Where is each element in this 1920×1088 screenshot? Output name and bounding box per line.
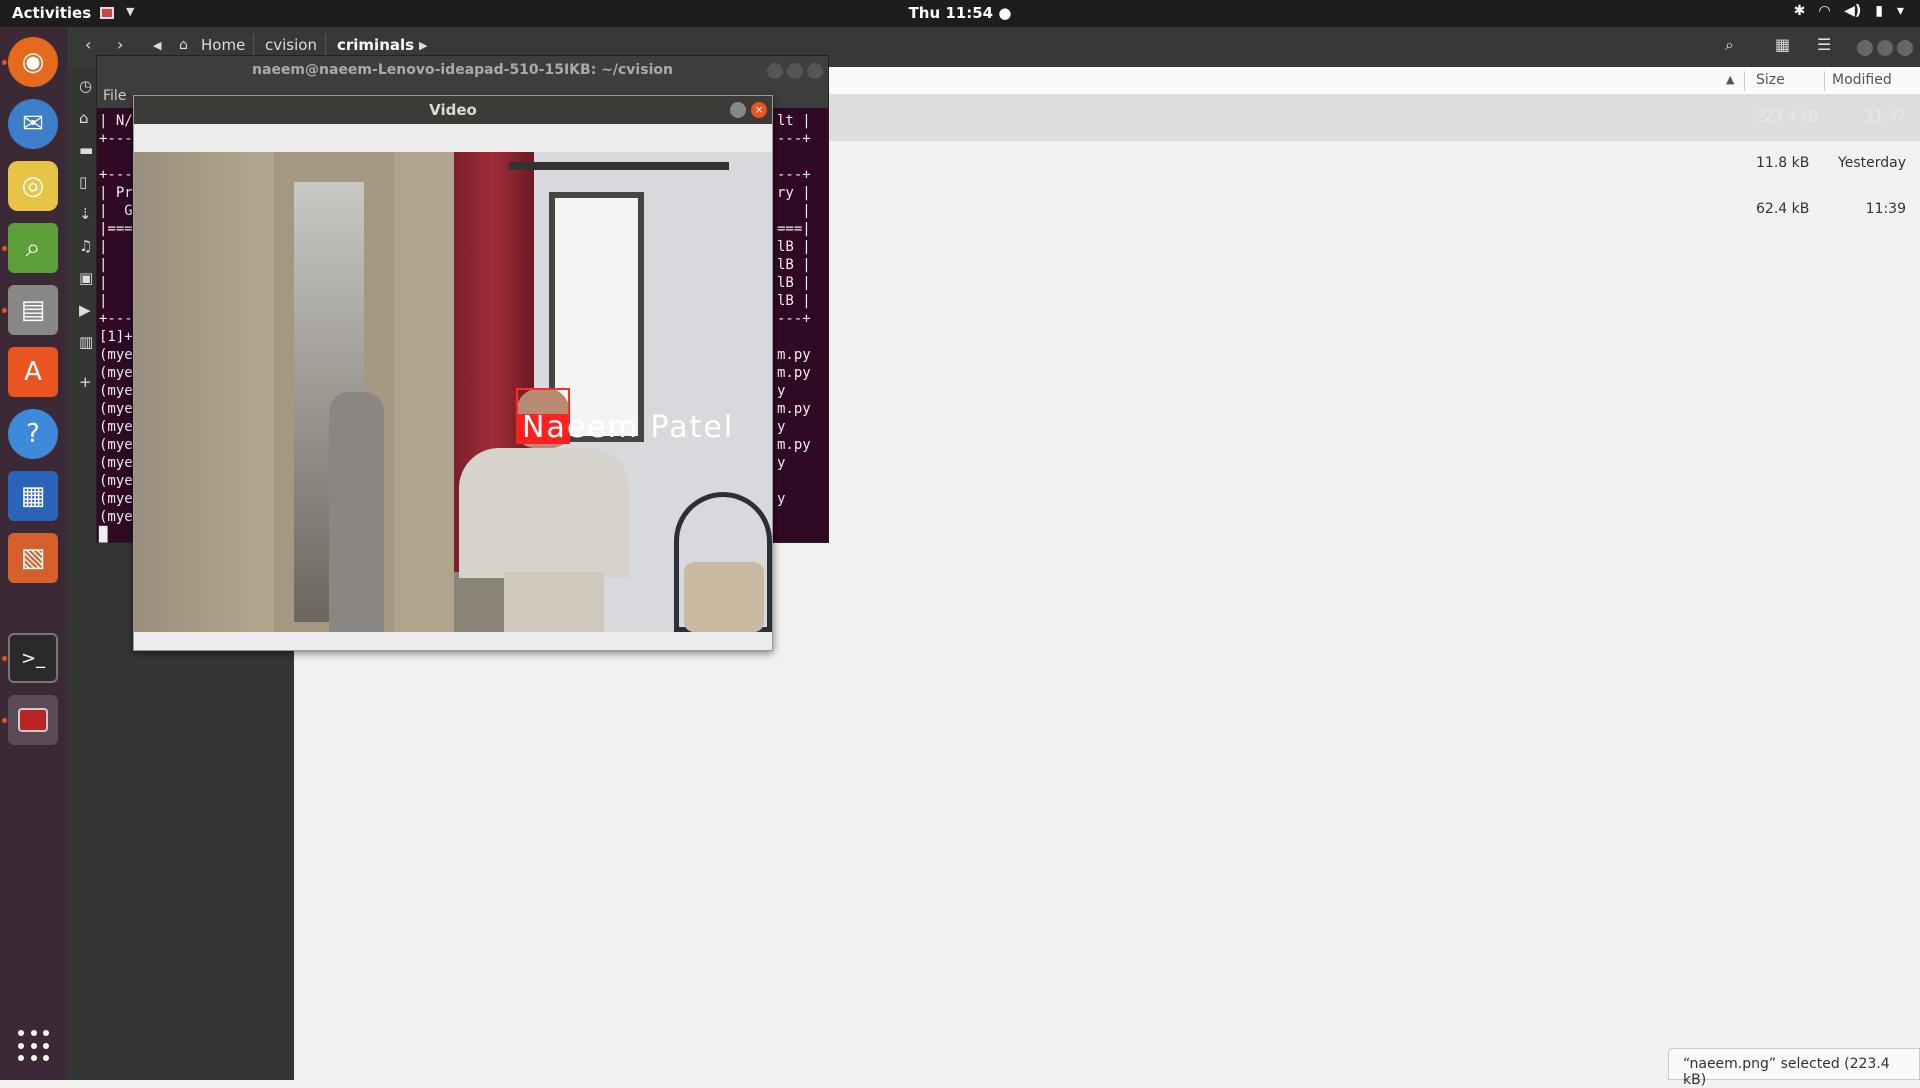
- camera-frame: Naeem Patel: [134, 152, 772, 632]
- mirror-reflection: [329, 392, 384, 632]
- grid-view-icon[interactable]: ▦: [1775, 35, 1790, 54]
- file-size: 223.4 kB: [1756, 109, 1819, 125]
- chevron-down-icon[interactable]: ▾: [1897, 3, 1904, 19]
- close-button[interactable]: ×: [751, 102, 767, 118]
- terminal-output-left: | N/ +--- +--- | Pr | G |=== | | | | +--…: [99, 113, 133, 543]
- terminal-output-right: lt | ---+ ---+ ry | | ===| lB | lB | lB …: [777, 113, 811, 507]
- firefox-icon[interactable]: ◉: [8, 37, 58, 87]
- back-icon[interactable]: ‹: [85, 35, 91, 54]
- home-icon: ⌂: [179, 37, 188, 53]
- minimize-button[interactable]: [1857, 40, 1873, 56]
- breadcrumb-criminals[interactable]: criminals: [337, 36, 414, 54]
- running-indicator: [2, 656, 7, 661]
- downloads-icon[interactable]: ⇣: [79, 205, 92, 223]
- volume-icon[interactable]: ◀): [1844, 3, 1861, 19]
- videos-icon[interactable]: ▶: [79, 301, 91, 319]
- breadcrumb-cvision[interactable]: cvision: [265, 36, 317, 54]
- menu-icon[interactable]: ☰: [1817, 35, 1831, 54]
- column-separator: [1824, 71, 1825, 91]
- add-location-icon[interactable]: +: [79, 373, 92, 391]
- battery-icon[interactable]: ▮: [1875, 3, 1883, 19]
- running-indicator: [2, 246, 7, 251]
- clock[interactable]: Thu 11:54 ●: [909, 4, 1012, 22]
- file-size: 11.8 kB: [1756, 155, 1810, 171]
- file-modified: 11:47: [1865, 109, 1906, 125]
- app-menu-icon[interactable]: [100, 7, 114, 19]
- column-size[interactable]: Size: [1756, 72, 1785, 88]
- libreoffice-writer-icon[interactable]: ▦: [8, 471, 58, 521]
- top-bar: Activities ▼ Thu 11:54 ● ✱ ◠ ◀) ▮ ▾: [0, 0, 1920, 27]
- close-button[interactable]: [807, 63, 823, 79]
- image-viewer-icon[interactable]: ⌕: [8, 223, 58, 273]
- minimize-button[interactable]: [730, 102, 746, 118]
- running-indicator: [2, 60, 7, 65]
- curtain-rod: [509, 162, 729, 170]
- forward-icon[interactable]: ›: [117, 35, 123, 54]
- system-tray[interactable]: ✱ ◠ ◀) ▮ ▾: [1794, 3, 1904, 19]
- breadcrumb-left-arrow-icon[interactable]: ◀: [153, 39, 161, 52]
- file-modified: 11:39: [1865, 201, 1906, 217]
- person-tshirt: [459, 448, 629, 578]
- sort-ascending-icon[interactable]: ▲: [1726, 73, 1734, 86]
- face-recognition-label: Naeem Patel: [522, 410, 735, 445]
- maximize-button[interactable]: [1877, 40, 1893, 56]
- video-window[interactable]: Video × Naeem Patel: [133, 95, 773, 651]
- running-indicator: [2, 718, 7, 723]
- person-legs: [504, 572, 604, 632]
- column-separator: [1744, 71, 1745, 91]
- file-size: 62.4 kB: [1756, 201, 1810, 217]
- close-button[interactable]: [1897, 40, 1913, 56]
- wardrobe-edge: [394, 152, 454, 632]
- rhythmbox-icon[interactable]: ◎: [8, 161, 58, 211]
- video-title[interactable]: Video: [134, 96, 772, 124]
- help-icon[interactable]: ?: [8, 409, 58, 459]
- file-modified: Yesterday: [1838, 155, 1906, 171]
- cloth-on-chair: [684, 562, 764, 632]
- documents-icon[interactable]: ▯: [79, 173, 87, 191]
- activities-button[interactable]: Activities: [12, 4, 91, 22]
- running-indicator: [2, 308, 7, 313]
- selection-status: “naeem.png” selected (223.4 kB): [1668, 1048, 1920, 1088]
- chevron-down-icon[interactable]: ▼: [126, 5, 134, 18]
- bluetooth-icon[interactable]: ✱: [1794, 3, 1806, 19]
- recent-icon[interactable]: ◷: [79, 77, 92, 95]
- minimize-button[interactable]: [767, 63, 783, 79]
- video-app-icon[interactable]: [8, 695, 58, 745]
- dock: ◉ ✉ ◎ ⌕ ▤ A ? ▦ ▧ >_: [0, 27, 67, 1080]
- libreoffice-impress-icon[interactable]: ▧: [8, 533, 58, 583]
- column-modified[interactable]: Modified: [1832, 72, 1892, 88]
- terminal-title[interactable]: naeem@naeem-Lenovo-ideapad-510-15IKB: ~/…: [97, 56, 828, 86]
- search-icon[interactable]: ⌕: [1725, 35, 1734, 55]
- wardrobe-door: [134, 152, 274, 632]
- desktop-icon[interactable]: ▬: [79, 141, 93, 159]
- breadcrumb-home[interactable]: Home: [201, 36, 245, 54]
- trash-icon[interactable]: ▥: [79, 333, 93, 351]
- home-icon[interactable]: ⌂: [79, 109, 89, 127]
- thunderbird-icon[interactable]: ✉: [8, 99, 58, 149]
- wifi-icon[interactable]: ◠: [1819, 3, 1830, 19]
- breadcrumb-right-arrow-icon[interactable]: ▶: [419, 39, 427, 52]
- music-icon[interactable]: ♫: [79, 237, 92, 255]
- pictures-icon[interactable]: ▣: [79, 269, 93, 287]
- ubuntu-software-icon[interactable]: A: [8, 347, 58, 397]
- show-applications-icon[interactable]: [18, 1030, 50, 1062]
- terminal-icon[interactable]: >_: [8, 633, 58, 683]
- maximize-button[interactable]: [787, 63, 803, 79]
- files-icon[interactable]: ▤: [8, 285, 58, 335]
